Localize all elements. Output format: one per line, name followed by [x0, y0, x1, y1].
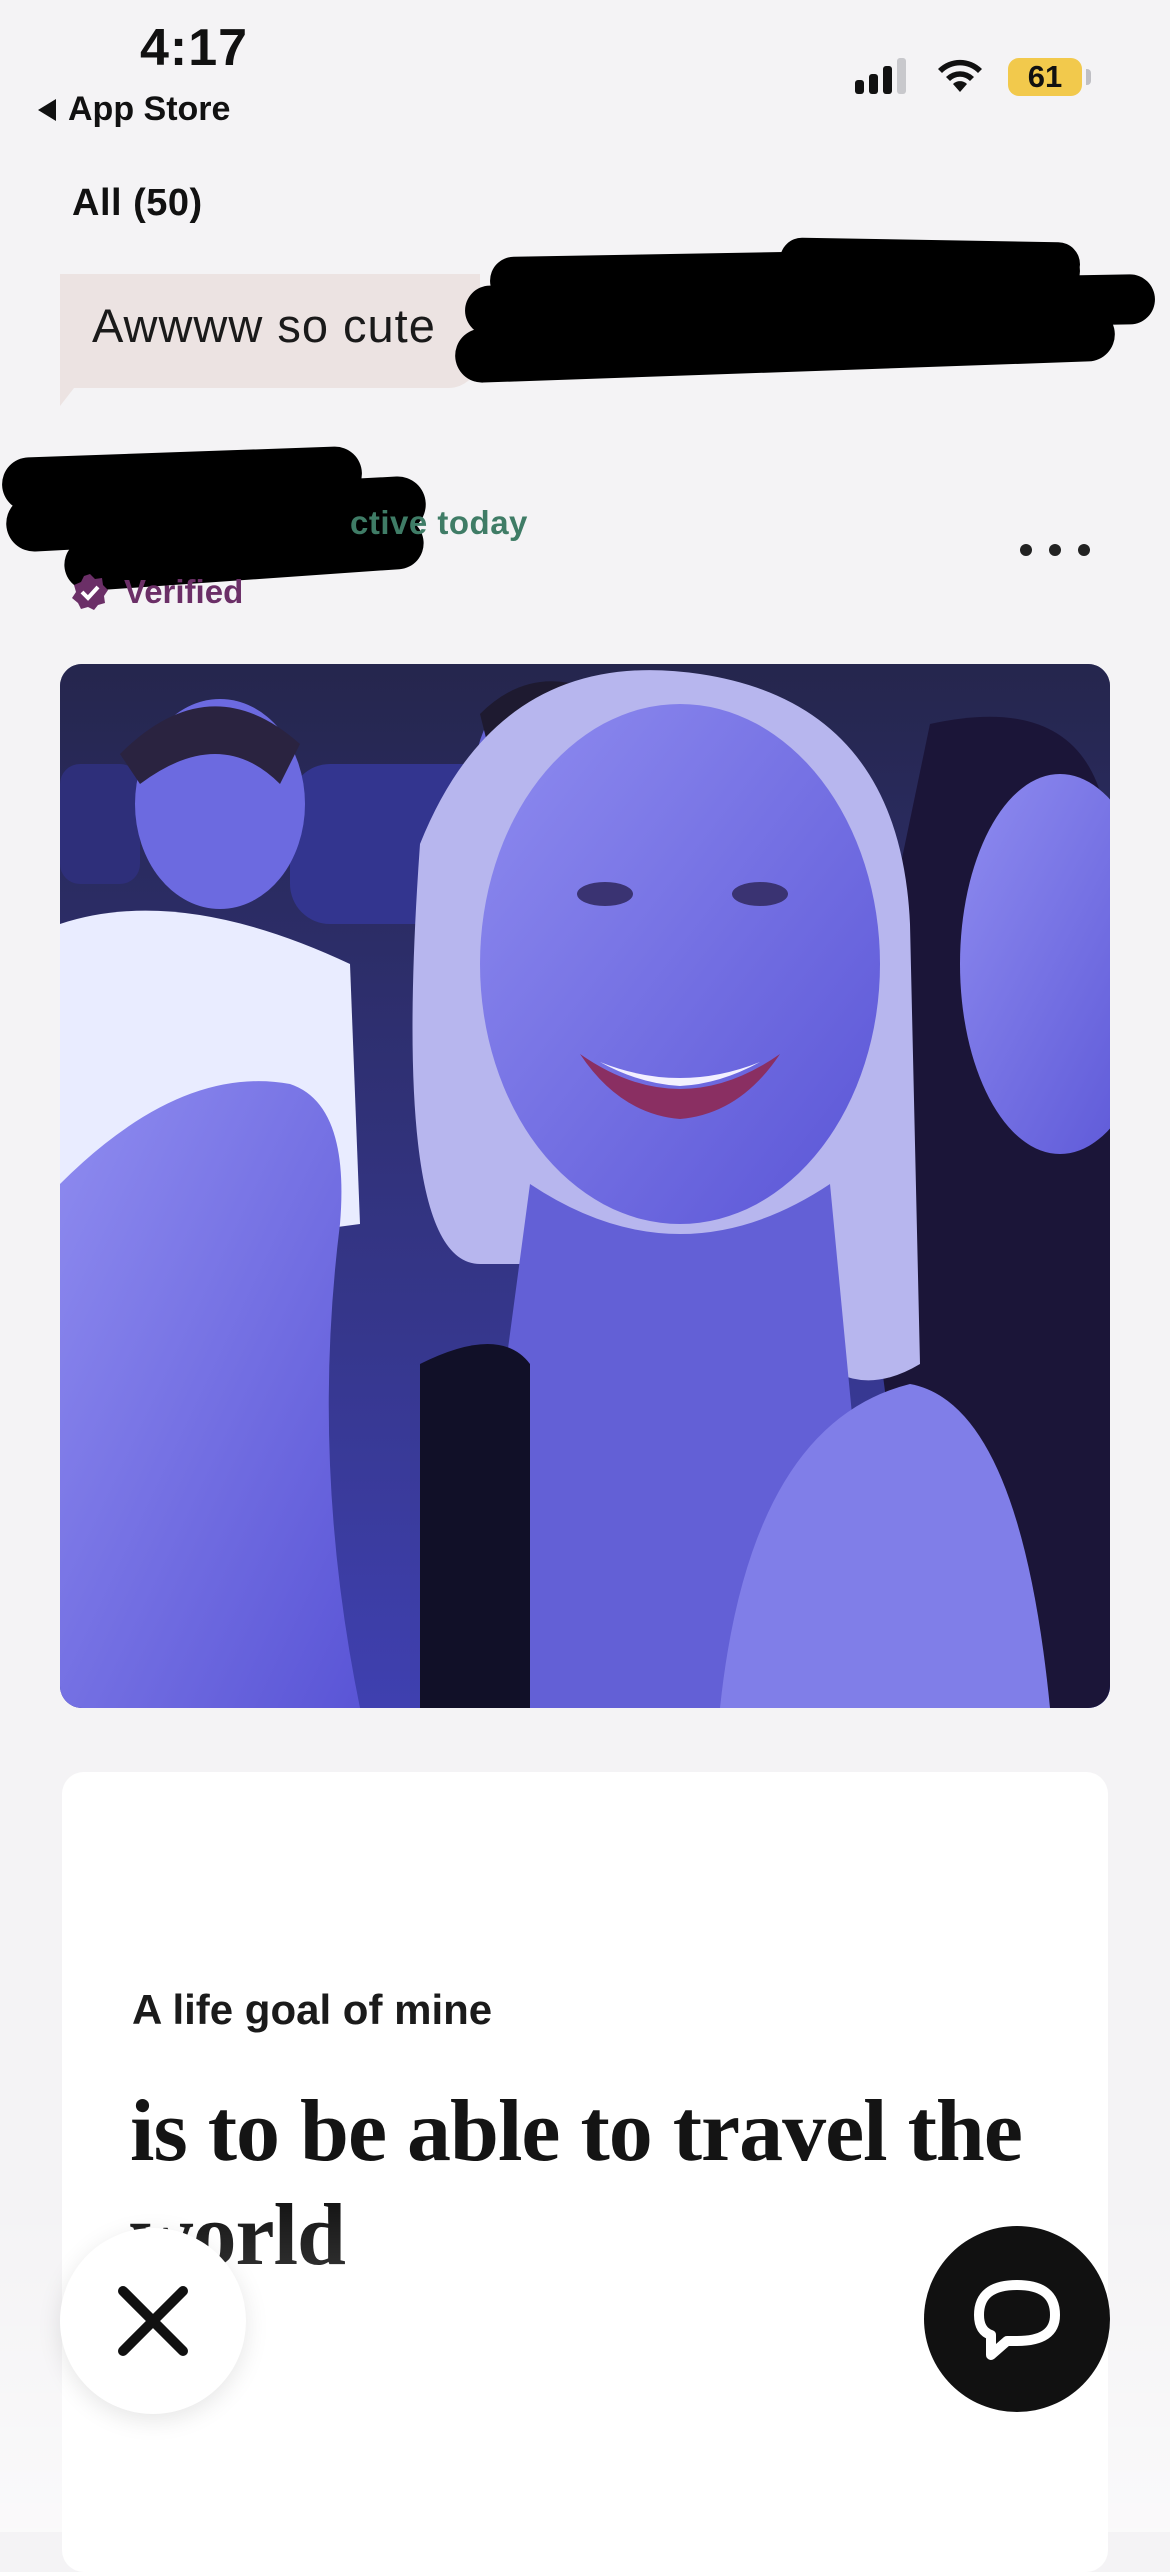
wifi-icon [935, 56, 985, 101]
message-bubble-tail [60, 370, 88, 406]
verified-badge: Verified [70, 572, 243, 612]
verified-badge-icon [70, 572, 110, 612]
chat-bubble-icon [974, 2280, 1060, 2360]
status-time: 4:17 [140, 19, 249, 77]
active-status: ctive today [350, 504, 528, 541]
skip-button[interactable] [60, 2228, 246, 2414]
comment-button[interactable] [924, 2226, 1110, 2412]
verified-label: Verified [124, 573, 244, 610]
close-icon [118, 2286, 188, 2356]
battery-icon: 61 [1008, 58, 1082, 96]
profile-photo[interactable] [60, 664, 1110, 1708]
battery-level: 61 [1027, 59, 1063, 94]
likes-filter-label[interactable]: All (50) [72, 182, 203, 225]
cellular-signal-icon [855, 58, 906, 94]
back-caret-icon [38, 98, 56, 121]
message-text: Awwww so cute [92, 299, 436, 352]
prompt-card[interactable]: A life goal of mine is to be able to tra… [62, 1772, 1108, 2572]
status-bar: 4:17 App Store 61 [0, 0, 1170, 150]
prompt-question: A life goal of mine [132, 1986, 493, 2033]
back-to-app-store-button[interactable]: App Store [38, 90, 230, 129]
redaction-mark [779, 237, 1081, 287]
battery-tip [1086, 69, 1091, 85]
more-options-icon [1020, 544, 1032, 556]
back-app-label: App Store [68, 90, 231, 128]
more-options-button[interactable] [1020, 530, 1090, 570]
